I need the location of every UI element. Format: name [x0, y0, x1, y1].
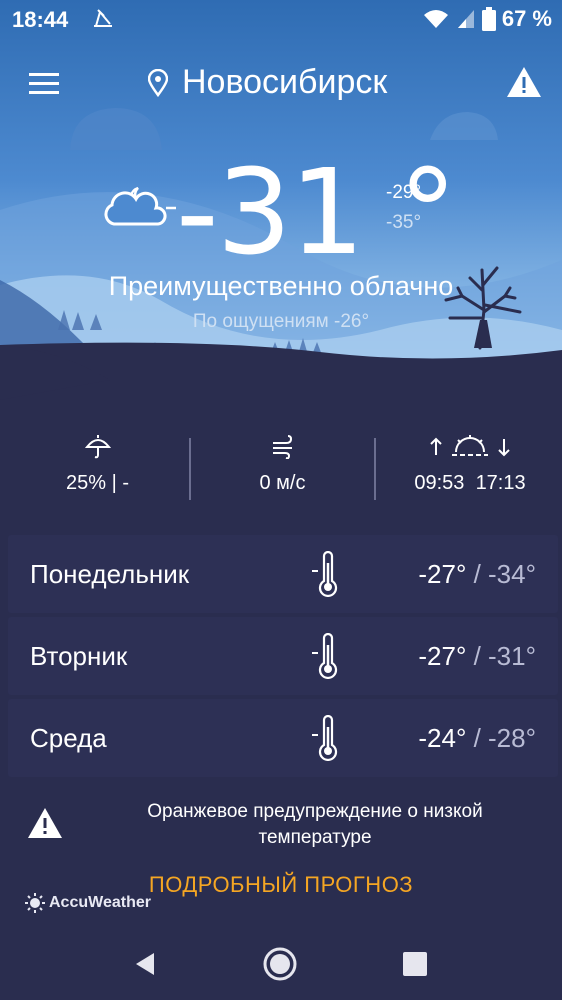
- temperature-high: -29°: [386, 182, 422, 203]
- sun-logo-icon: [25, 893, 45, 913]
- wind-stat: 0 м/с: [215, 435, 350, 495]
- home-icon[interactable]: [263, 947, 297, 981]
- forecast-low: -34°: [488, 559, 536, 589]
- wind-icon: [272, 435, 292, 460]
- forecast-low: -28°: [488, 723, 536, 753]
- notification-icon: [94, 9, 112, 27]
- sunrise-time: 09:53: [414, 472, 465, 494]
- navigation-bar: [0, 930, 562, 1000]
- temperature-range: -29° -35°: [386, 178, 421, 238]
- sunset-time: 17:13: [475, 472, 526, 494]
- weather-condition: Преимущественно облачно: [108, 271, 454, 301]
- forecast-day: Понедельник: [30, 559, 190, 589]
- forecast-separator: /: [466, 641, 489, 671]
- forecast-row[interactable]: Среда -24° / -28°: [8, 699, 558, 777]
- back-icon[interactable]: [128, 947, 162, 981]
- stat-divider: [189, 438, 191, 500]
- thermometer-icon: [312, 551, 338, 597]
- warning-line: Оранжевое предупреждение о низкой: [147, 801, 483, 822]
- forecast-high: -27°: [418, 559, 467, 589]
- forecast-row[interactable]: Вторник -27° / -31°: [8, 617, 558, 695]
- alert-icon[interactable]: [506, 65, 542, 99]
- forecast-high: -24°: [418, 723, 467, 753]
- thermometer-icon: [312, 633, 338, 679]
- location-selector[interactable]: Новосибирск: [148, 63, 387, 102]
- brand-name: AccuWeather: [49, 894, 151, 911]
- precipitation-stat: 25% | -: [40, 435, 155, 495]
- forecast-day: Вторник: [30, 641, 128, 671]
- status-bar: 18:44 67 %: [0, 0, 562, 40]
- precipitation-value: 25% | -: [66, 472, 129, 494]
- forecast-temps: -27° / -31°: [418, 641, 536, 672]
- temperature-low: -35°: [386, 212, 422, 233]
- location-pin-icon: [148, 68, 168, 97]
- battery-icon: [481, 7, 496, 31]
- weather-warning[interactable]: Оранжевое предупреждение о низкой темпер…: [0, 795, 562, 855]
- forecast-temps: -24° / -28°: [418, 723, 536, 754]
- partly-cloudy-night-icon: [104, 186, 176, 226]
- forecast-list: Понедельник -27° / -34° Вторник -27° / -…: [8, 535, 558, 781]
- forecast-temps: -27° / -34°: [418, 559, 536, 590]
- wind-value: 0 м/с: [259, 472, 306, 494]
- forecast-low: -31°: [488, 641, 536, 671]
- sunrise-sunset-icon: [430, 435, 510, 457]
- city-name: Новосибирск: [182, 63, 388, 101]
- wifi-icon: [423, 10, 448, 28]
- forecast-row[interactable]: Понедельник -27° / -34°: [8, 535, 558, 613]
- forecast-high: -27°: [418, 641, 467, 671]
- top-bar: Новосибирск: [0, 55, 562, 111]
- sun-times: 09:53 17:13: [395, 472, 545, 495]
- warning-icon: [28, 808, 62, 838]
- forecast-day: Среда: [30, 723, 107, 753]
- warning-text: Оранжевое предупреждение о низкой темпер…: [90, 799, 540, 851]
- sun-stat: 09:53 17:13: [395, 435, 545, 495]
- accuweather-logo[interactable]: AccuWeather: [25, 893, 151, 913]
- forecast-separator: /: [466, 723, 489, 753]
- recents-icon[interactable]: [398, 947, 432, 981]
- status-icons: 67 %: [422, 6, 552, 32]
- thermometer-icon: [312, 715, 338, 761]
- stat-divider: [374, 438, 376, 500]
- battery-percent: 67 %: [501, 6, 552, 31]
- status-time: 18:44: [12, 7, 69, 32]
- warning-line: температуре: [258, 827, 372, 848]
- forecast-separator: /: [466, 559, 489, 589]
- signal-icon: [457, 10, 474, 28]
- umbrella-icon: [84, 435, 111, 459]
- feels-like: По ощущениям -26°: [192, 311, 370, 332]
- weather-stats: 25% | - 0 м/с 09:53 17:13: [0, 435, 562, 501]
- menu-icon[interactable]: [29, 71, 59, 95]
